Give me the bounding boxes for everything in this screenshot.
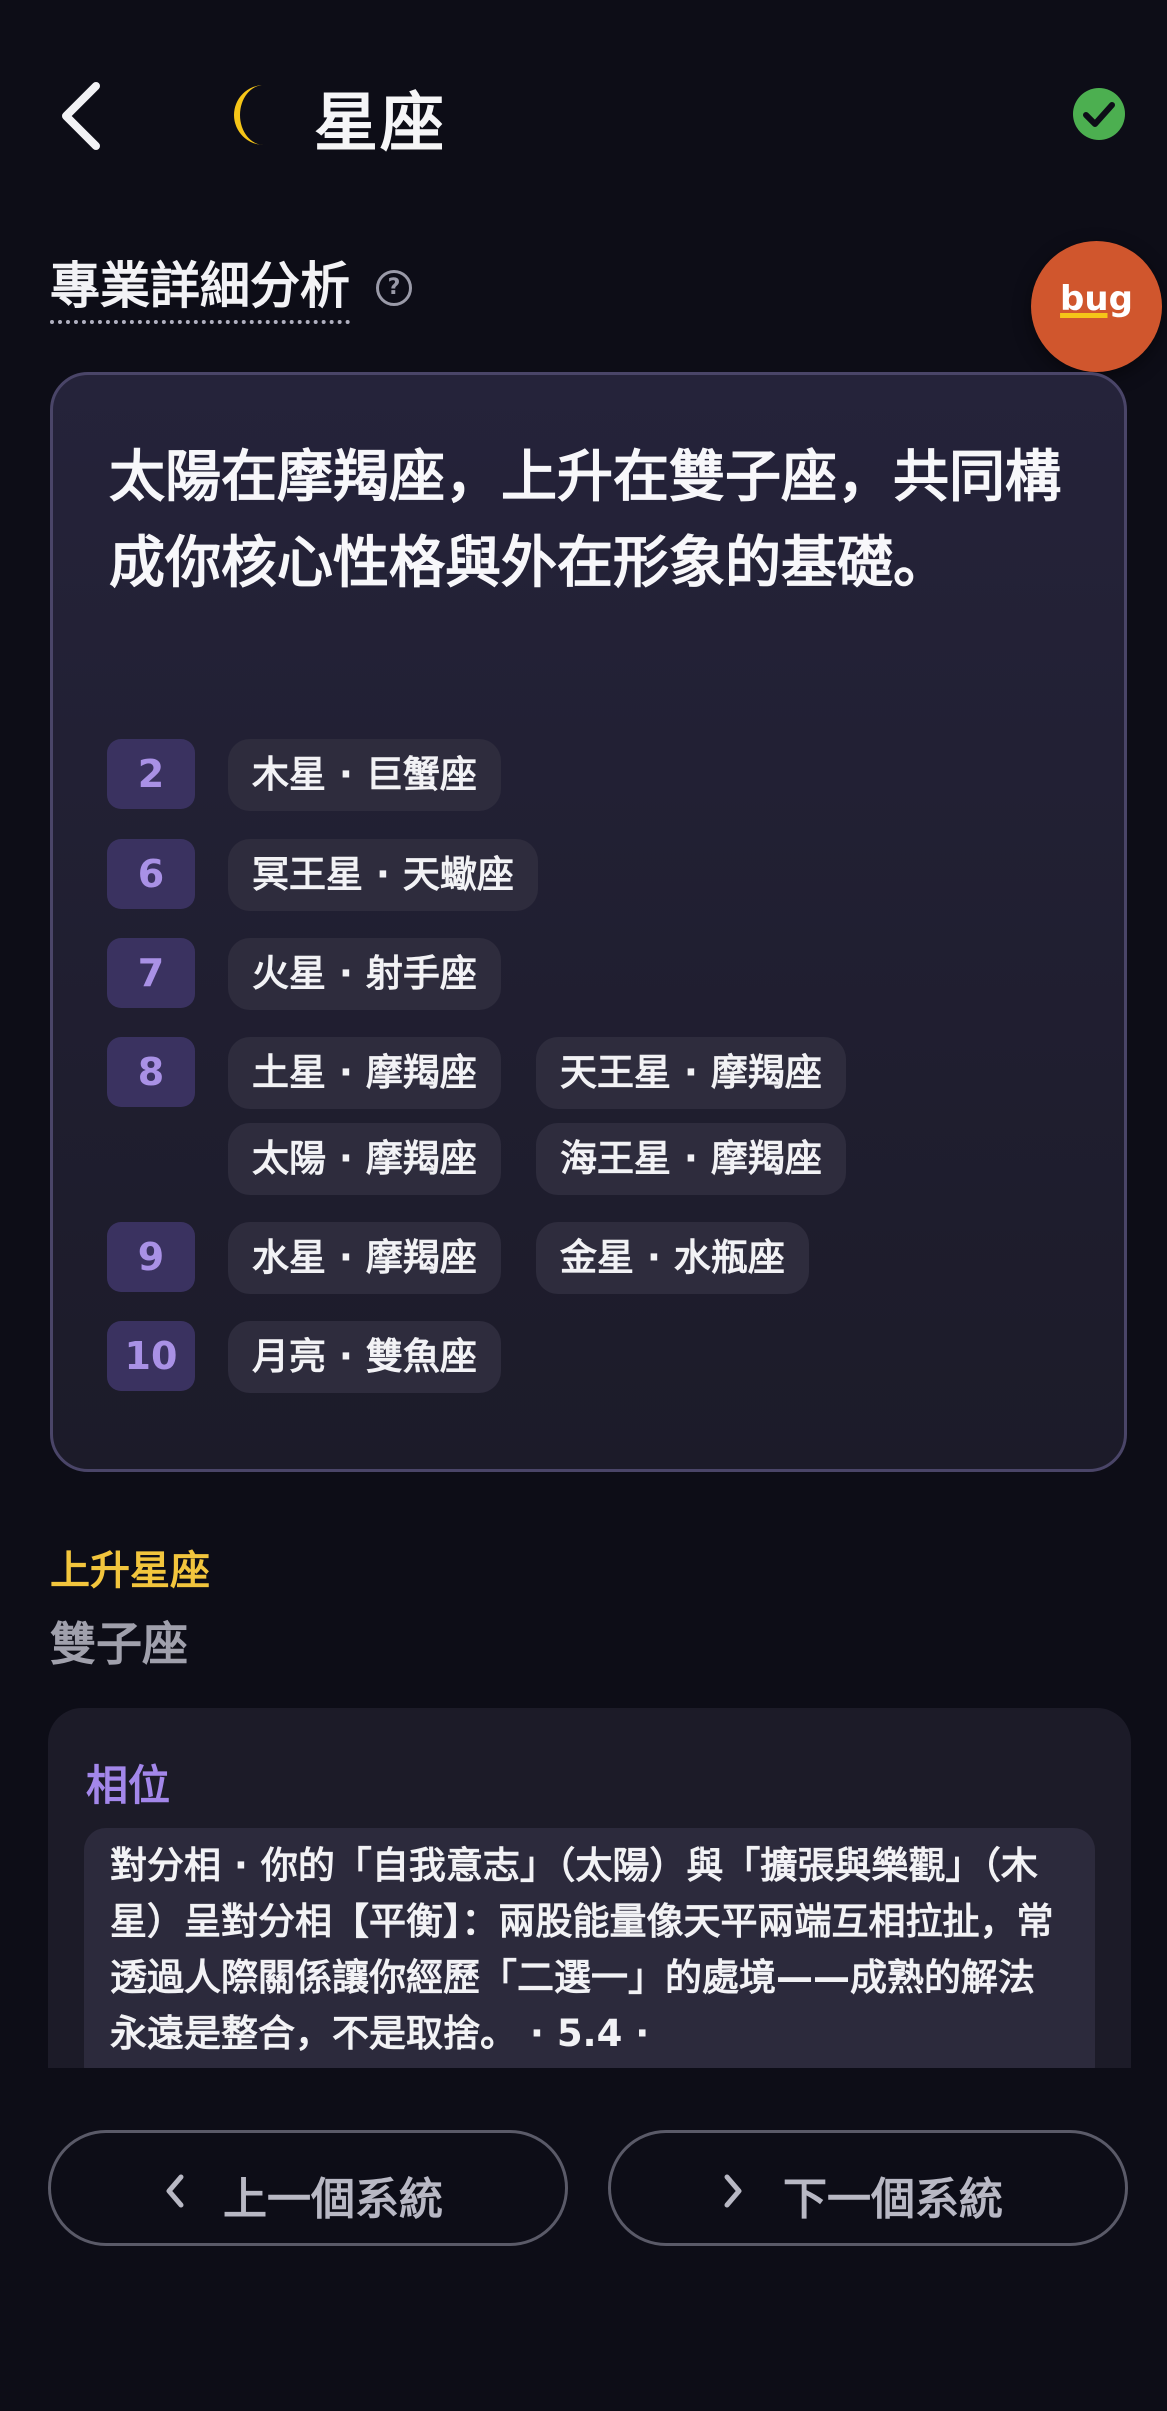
help-icon[interactable]: ? [376, 270, 412, 306]
page-title: 星座 [314, 87, 446, 161]
summary-card: 太陽在摩羯座，上升在雙子座，共同構成你核心性格與外在形象的基礎。 2 木星 · … [50, 372, 1127, 1472]
section-title: 專業詳細分析 [50, 258, 350, 324]
aspects-card: 相位 對分相 · 你的「自我意志」（太陽）與「擴張與樂觀」（木星）呈對分相【平衡… [48, 1708, 1131, 2068]
placement-chip: 火星 · 射手座 [228, 938, 501, 1010]
placement-chip: 海王星 · 摩羯座 [536, 1123, 846, 1195]
next-system-button[interactable]: 下一個系統 [608, 2130, 1128, 2246]
next-system-label: 下一個系統 [783, 2174, 1003, 2225]
placement-chip: 太陽 · 摩羯座 [228, 1123, 501, 1195]
previous-system-button[interactable]: 上一個系統 [48, 2130, 568, 2246]
house-number: 6 [107, 839, 195, 909]
chevron-left-icon [62, 82, 100, 150]
house-number: 10 [107, 1321, 195, 1391]
placement-chip: 木星 · 巨蟹座 [228, 739, 501, 811]
aspect-description: 對分相 · 你的「自我意志」（太陽）與「擴張與樂觀」（木星）呈對分相【平衡】：兩… [110, 1844, 1054, 2055]
check-circle-icon [1073, 88, 1125, 140]
crescent-moon-icon [226, 82, 286, 148]
back-button[interactable] [52, 78, 116, 154]
placement-chip: 冥王星 · 天蠍座 [228, 839, 538, 911]
house-number: 8 [107, 1037, 195, 1107]
placement-chip: 土星 · 摩羯座 [228, 1037, 501, 1109]
house-number: 9 [107, 1222, 195, 1292]
placement-chip: 月亮 · 雙魚座 [228, 1321, 501, 1393]
rising-sign-label: 上升星座 [50, 1548, 210, 1594]
top-bar: 星座 [0, 0, 1167, 230]
chevron-right-icon [724, 2174, 742, 2208]
placement-chip: 水星 · 摩羯座 [228, 1222, 501, 1294]
house-number: 7 [107, 938, 195, 1008]
placement-chip: 天王星 · 摩羯座 [536, 1037, 846, 1109]
placement-chip: 金星 · 水瓶座 [536, 1222, 809, 1294]
house-number: 2 [107, 739, 195, 809]
aspects-label: 相位 [86, 1761, 171, 1810]
rising-sign-value: 雙子座 [50, 1617, 188, 1671]
bug-button-label: bug [1060, 279, 1133, 319]
summary-headline: 太陽在摩羯座，上升在雙子座，共同構成你核心性格與外在形象的基礎。 [109, 445, 1061, 596]
previous-system-label: 上一個系統 [223, 2174, 443, 2225]
bug-report-button[interactable]: bug [1031, 241, 1162, 372]
chevron-left-icon [166, 2174, 184, 2208]
aspect-item: 對分相 · 你的「自我意志」（太陽）與「擴張與樂觀」（木星）呈對分相【平衡】：兩… [84, 1828, 1095, 2068]
